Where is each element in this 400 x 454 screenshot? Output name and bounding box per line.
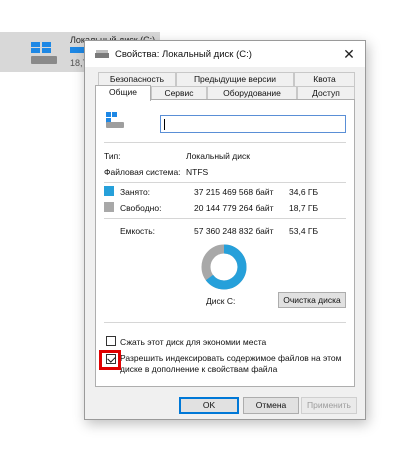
- index-label-line2: диске в дополнение к свойствам файла: [120, 364, 278, 374]
- windows-logo-icon: [31, 42, 51, 54]
- divider: [104, 322, 346, 323]
- apply-button[interactable]: Применить: [301, 397, 357, 414]
- type-label: Тип:: [104, 151, 121, 161]
- tab-tools[interactable]: Сервис: [151, 86, 207, 100]
- tab-sharing[interactable]: Доступ: [297, 86, 355, 100]
- used-label: Занято:: [120, 187, 151, 197]
- drive-icon: [104, 110, 128, 134]
- general-tab-panel: Тип: Локальный диск Файловая система: NT…: [95, 99, 355, 387]
- index-checkbox[interactable]: [106, 354, 116, 364]
- used-space-swatch: [104, 186, 114, 196]
- free-gb: 18,7 ГБ: [289, 203, 319, 213]
- used-bytes: 37 215 469 568 байт: [194, 187, 274, 197]
- disk-letter-label: Диск C:: [206, 296, 236, 306]
- disk-usage-donut-chart: [201, 244, 247, 290]
- drive-name-input[interactable]: [160, 115, 346, 133]
- drive-icon: [95, 50, 109, 58]
- cancel-button[interactable]: Отмена: [243, 397, 299, 414]
- tab-previous-versions[interactable]: Предыдущие версии: [176, 72, 294, 86]
- filesystem-label: Файловая система:: [104, 167, 181, 177]
- used-gb: 34,6 ГБ: [289, 187, 319, 197]
- close-icon[interactable]: ✕: [341, 46, 357, 62]
- tab-hardware[interactable]: Оборудование: [207, 86, 297, 100]
- compress-label: Сжать этот диск для экономии места: [120, 337, 267, 347]
- free-space-swatch: [104, 202, 114, 212]
- type-value: Локальный диск: [186, 151, 250, 161]
- tab-security[interactable]: Безопасность: [98, 72, 176, 86]
- free-bytes: 20 144 779 264 байт: [194, 203, 274, 213]
- divider: [104, 142, 346, 143]
- ok-button[interactable]: OK: [179, 397, 239, 414]
- tab-strip: Безопасность Предыдущие версии Квота Общ…: [95, 71, 355, 101]
- capacity-label: Емкость:: [120, 226, 155, 236]
- capacity-bytes: 57 360 248 832 байт: [194, 226, 274, 236]
- window-title: Свойства: Локальный диск (C:): [115, 49, 252, 60]
- tab-general[interactable]: Общие: [95, 85, 151, 101]
- compress-checkbox[interactable]: [106, 336, 116, 346]
- title-bar[interactable]: Свойства: Локальный диск (C:) ✕: [85, 41, 365, 67]
- drive-icon: [31, 56, 57, 64]
- filesystem-value: NTFS: [186, 167, 209, 177]
- divider: [104, 182, 346, 183]
- free-label: Свободно:: [120, 203, 162, 213]
- divider: [104, 218, 346, 219]
- tab-quota[interactable]: Квота: [294, 72, 355, 86]
- index-label-line1: Разрешить индексировать содержимое файло…: [120, 353, 342, 363]
- disk-cleanup-button[interactable]: Очистка диска: [278, 292, 346, 308]
- properties-dialog: Свойства: Локальный диск (C:) ✕ Безопасн…: [84, 40, 366, 420]
- capacity-gb: 53,4 ГБ: [289, 226, 319, 236]
